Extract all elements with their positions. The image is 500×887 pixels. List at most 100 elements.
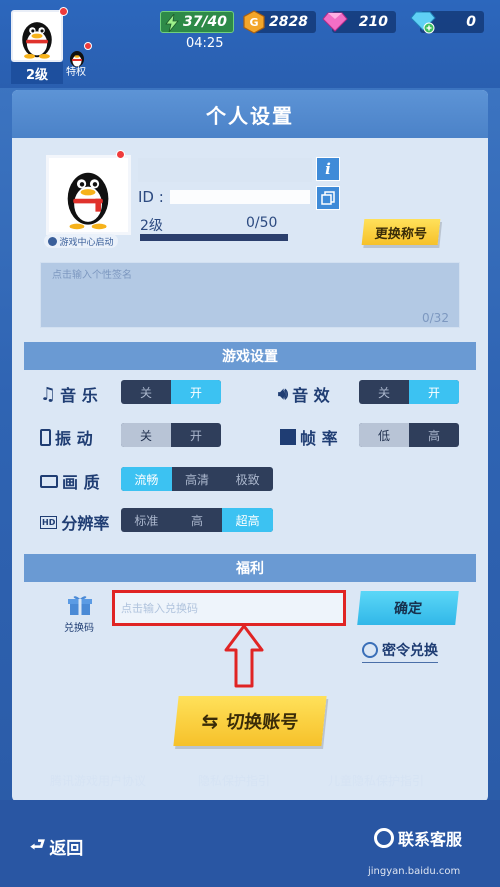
signature-placeholder: 点击输入个性签名 (52, 270, 132, 281)
game-center-tag: 游戏中心启动 (44, 234, 118, 248)
gift-icon (68, 596, 92, 615)
player-id-redacted (169, 190, 310, 204)
framerate-high-option[interactable]: 高 (409, 423, 459, 447)
game-settings-title: 游戏设置 (222, 349, 278, 365)
notification-dot (59, 7, 68, 16)
watermark-text: jingyan.baidu.com (368, 866, 461, 877)
vibration-on-option[interactable]: 开 (171, 423, 221, 447)
redeem-confirm-button[interactable]: 确定 (357, 591, 459, 625)
vibration-off-option[interactable]: 关 (121, 423, 171, 447)
quality-setting-label: 画 质 (40, 469, 100, 493)
vibration-setting-label: 振 动 (40, 425, 93, 449)
password-redeem-label: 密令兑换 (382, 643, 438, 659)
sfx-toggle[interactable]: 关 开 (359, 380, 459, 404)
framerate-label-text: 帧 率 (300, 429, 338, 448)
pink-gem-icon (322, 12, 348, 32)
profile-xp: 0/50 (246, 215, 278, 231)
back-label: 返回 (49, 839, 84, 859)
framerate-low-option[interactable]: 低 (359, 423, 409, 447)
pink-gem-value: 210 (358, 14, 388, 30)
game-center-icon (48, 236, 58, 246)
resolution-label-text: 分辨率 (61, 514, 110, 533)
resolution-ultra-option[interactable]: 超高 (222, 508, 273, 532)
back-button[interactable]: ⮐ 返回 (30, 832, 83, 861)
hd-icon: HD (40, 515, 58, 529)
gold-coin-icon: G (243, 10, 265, 34)
film-icon (280, 429, 296, 445)
redeem-confirm-label: 确定 (393, 601, 423, 617)
lightning-icon (165, 14, 179, 32)
nickname-field (138, 158, 312, 182)
music-toggle[interactable]: 关 开 (121, 380, 221, 404)
copy-icon (321, 191, 335, 205)
child-privacy-guide-link[interactable]: 儿童隐私保护指引 (328, 772, 424, 789)
quality-hd-option[interactable]: 高清 (172, 467, 223, 491)
vibration-toggle[interactable]: 关 开 (121, 423, 221, 447)
customer-service-button[interactable]: 联系客服 (374, 826, 462, 850)
privacy-guide-link[interactable]: 隐私保护指引 (198, 772, 270, 789)
blue-diamond-plus-icon[interactable] (410, 10, 436, 34)
panel-header: 个人设置 (12, 90, 488, 138)
profile-avatar[interactable] (46, 155, 131, 235)
change-title-button[interactable]: 更换称号 (361, 219, 441, 245)
music-on-option[interactable]: 开 (171, 380, 221, 404)
switch-account-button[interactable]: ⇆ 切换账号 (173, 696, 327, 746)
game-center-label: 游戏中心启动 (59, 237, 114, 248)
resolution-high-option[interactable]: 高 (172, 508, 223, 532)
redeem-code-input[interactable]: 点击输入兑换码 (112, 590, 346, 626)
svg-text:G: G (249, 16, 258, 29)
back-arrow-icon: ⮐ (30, 835, 46, 855)
quality-label-text: 画 质 (62, 473, 100, 492)
music-note-icon: ♫ (40, 383, 57, 405)
redeem-code-placeholder: 点击输入兑换码 (121, 602, 198, 615)
headset-icon (374, 828, 394, 848)
avatar-notification-dot (116, 150, 125, 159)
top-bar: 2级 特权 37/40 04:25 2828 G 210 0 (0, 0, 500, 88)
xp-progress-bar (140, 234, 288, 241)
user-agreement-link[interactable]: 腾讯游戏用户协议 (50, 772, 146, 789)
framerate-setting-label: 帧 率 (280, 425, 338, 449)
gold-value: 2828 (269, 14, 308, 30)
qq-penguin-icon (22, 22, 52, 59)
diamond-value: 0 (466, 14, 476, 30)
quality-ultra-option[interactable]: 极致 (222, 467, 273, 491)
signature-char-count: 0/32 (422, 311, 449, 325)
swap-arrows-icon: ⇆ (200, 709, 220, 733)
sfx-on-option[interactable]: 开 (409, 380, 459, 404)
vibration-label-text: 振 动 (55, 429, 93, 448)
image-quality-icon (40, 474, 58, 488)
welfare-header: 福利 (24, 554, 476, 582)
switch-account-label: 切换账号 (225, 712, 300, 733)
player-id-field: ID : (138, 186, 312, 208)
annotation-up-arrow-icon (224, 624, 264, 688)
sfx-off-option[interactable]: 关 (359, 380, 409, 404)
resolution-selector[interactable]: 标准 高 超高 (121, 508, 273, 532)
speaker-icon: 🔊︎ (278, 384, 289, 403)
game-settings-header: 游戏设置 (24, 342, 476, 370)
privilege-notification-dot (84, 42, 92, 50)
redeem-code-label: 兑换码 (64, 623, 94, 634)
player-id-label: ID : (138, 188, 164, 206)
quality-selector[interactable]: 流畅 高清 极致 (121, 467, 273, 491)
music-label-text: 音 乐 (60, 386, 98, 405)
player-avatar[interactable] (11, 10, 63, 62)
key-icon (362, 642, 378, 658)
sfx-setting-label: 🔊︎ 音 效 (278, 382, 330, 406)
energy-counter[interactable]: 37/40 (160, 11, 234, 33)
copy-id-button[interactable] (316, 186, 340, 210)
resolution-standard-option[interactable]: 标准 (121, 508, 172, 532)
info-button[interactable]: i (316, 157, 340, 181)
password-redeem-link[interactable]: 密令兑换 (362, 640, 438, 663)
sfx-label-text: 音 效 (292, 386, 330, 405)
profile-level: 2级 (140, 218, 163, 234)
energy-timer: 04:25 (186, 36, 224, 51)
music-off-option[interactable]: 关 (121, 380, 171, 404)
quality-smooth-option[interactable]: 流畅 (121, 467, 172, 491)
info-icon: i (325, 160, 331, 178)
resolution-setting-label: HD 分辨率 (40, 510, 109, 534)
customer-service-label: 联系客服 (398, 830, 463, 849)
energy-value: 37/40 (182, 14, 228, 30)
qq-penguin-icon (67, 172, 109, 230)
framerate-toggle[interactable]: 低 高 (359, 423, 459, 447)
panel-title: 个人设置 (206, 103, 294, 128)
